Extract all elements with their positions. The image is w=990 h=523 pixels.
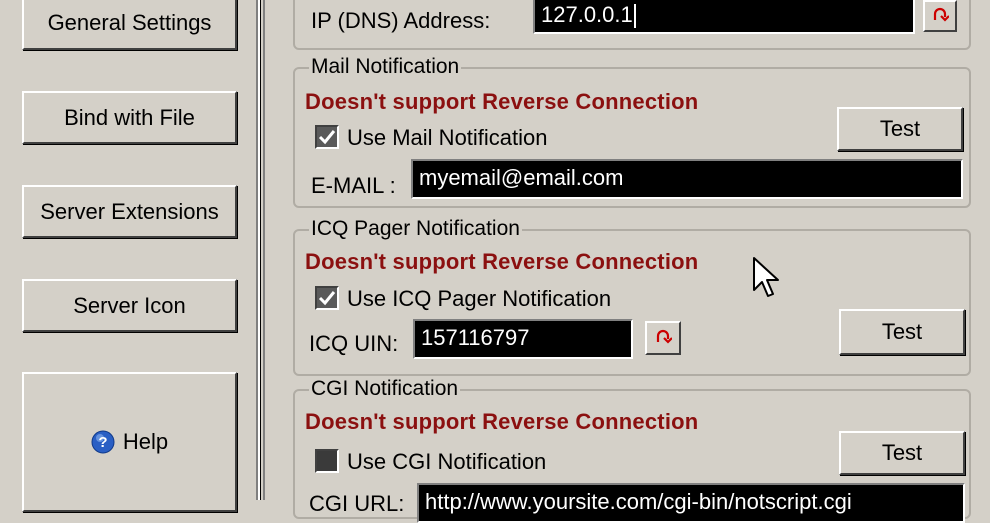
- reset-icon: [654, 328, 673, 349]
- email-value: myemail@email.com: [419, 165, 624, 190]
- server-extensions-label: Server Extensions: [40, 198, 219, 224]
- cgi-warning: Doesn't support Reverse Connection: [305, 409, 699, 434]
- email-input[interactable]: myemail@email.com: [411, 159, 963, 199]
- mail-notification-title: Mail Notification: [309, 55, 462, 79]
- ip-address-value: 127.0.0.1: [541, 2, 633, 27]
- mail-warning: Doesn't support Reverse Connection: [305, 89, 699, 114]
- general-settings-button[interactable]: General Settings: [22, 0, 237, 50]
- mail-notification-group: Mail Notification Doesn't support Revers…: [293, 55, 971, 208]
- cgi-url-value: http://www.yoursite.com/cgi-bin/notscrip…: [425, 489, 852, 514]
- cgi-url-label: CGI URL:: [309, 491, 405, 516]
- cgi-notification-title: CGI Notification: [309, 377, 461, 401]
- ip-address-label: IP (DNS) Address:: [311, 8, 491, 33]
- bind-with-file-label: Bind with File: [64, 104, 195, 130]
- content-edge: [263, 0, 265, 500]
- general-settings-label: General Settings: [47, 10, 212, 35]
- check-icon: [318, 291, 336, 306]
- icq-checkbox[interactable]: [315, 286, 339, 310]
- cgi-test-button[interactable]: Test: [839, 431, 965, 475]
- mail-checkbox[interactable]: [315, 125, 339, 149]
- icq-uin-value: 157116797: [421, 325, 530, 350]
- text-caret: [633, 4, 636, 29]
- help-label: Help: [122, 429, 169, 454]
- sidebar-divider-shadow: [260, 0, 261, 500]
- mail-test-button[interactable]: Test: [837, 107, 963, 151]
- icq-notification-title: ICQ Pager Notification: [309, 217, 522, 241]
- cgi-checkbox[interactable]: [315, 449, 339, 473]
- reset-icon: [931, 6, 950, 27]
- reset-ip-button[interactable]: [923, 0, 957, 32]
- help-button[interactable]: ? Help: [22, 372, 237, 512]
- mouse-cursor-icon: [752, 256, 780, 305]
- icq-checkbox-label: Use ICQ Pager Notification: [347, 286, 612, 311]
- mail-checkbox-label: Use Mail Notification: [347, 125, 548, 150]
- ip-address-input[interactable]: 127.0.0.1: [533, 0, 915, 34]
- icq-uin-input[interactable]: 157116797: [413, 319, 633, 359]
- bind-with-file-button[interactable]: Bind with File: [22, 91, 237, 144]
- server-icon-label: Server Icon: [73, 292, 186, 318]
- icq-uin-label: ICQ UIN:: [309, 331, 399, 356]
- icq-notification-group: ICQ Pager Notification Doesn't support R…: [293, 217, 971, 376]
- mail-test-label: Test: [879, 116, 921, 141]
- cgi-test-label: Test: [881, 440, 923, 465]
- server-icon-button[interactable]: Server Icon: [22, 279, 237, 332]
- email-label: E-MAIL :: [311, 173, 396, 198]
- check-icon: [318, 130, 336, 145]
- reset-icq-button[interactable]: [645, 321, 681, 355]
- cgi-url-input[interactable]: http://www.yoursite.com/cgi-bin/notscrip…: [417, 483, 965, 523]
- cgi-checkbox-label: Use CGI Notification: [347, 449, 547, 474]
- icq-warning: Doesn't support Reverse Connection: [305, 249, 699, 274]
- help-icon: ?: [91, 430, 115, 454]
- svg-text:?: ?: [98, 434, 107, 451]
- connection-group: IP (DNS) Address: 127.0.0.1: [293, 0, 971, 50]
- icq-test-button[interactable]: Test: [839, 309, 965, 355]
- sidebar: General Settings Bind with File Server E…: [0, 0, 256, 512]
- icq-test-label: Test: [881, 319, 923, 344]
- server-extensions-button[interactable]: Server Extensions: [22, 185, 237, 238]
